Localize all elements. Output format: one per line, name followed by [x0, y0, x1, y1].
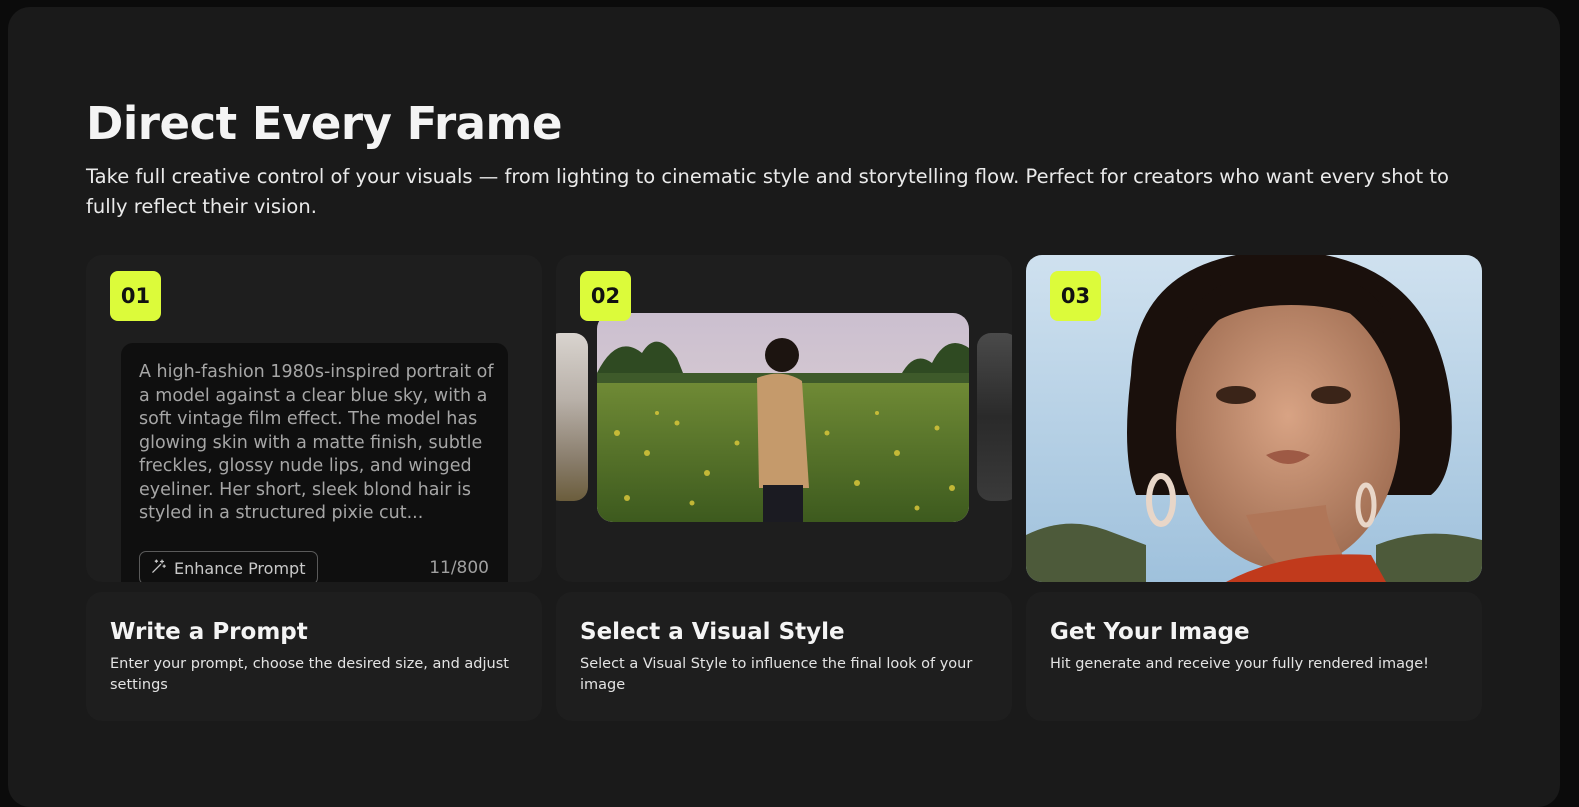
- prompt-box: A high-fashion 1980s-inspired portrait o…: [121, 343, 508, 582]
- step-number-badge: 03: [1050, 271, 1101, 321]
- style-option-next[interactable]: [977, 333, 1012, 501]
- step-description: Hit generate and receive your fully rend…: [1050, 656, 1429, 672]
- field-photo: [597, 313, 969, 522]
- step-description: Select a Visual Style to influence the f…: [580, 656, 973, 693]
- section-title: Direct Every Frame: [86, 97, 562, 150]
- step-2-preview: 02: [556, 255, 1012, 582]
- prompt-textarea[interactable]: A high-fashion 1980s-inspired portrait o…: [139, 361, 495, 526]
- step-number-badge: 01: [110, 271, 161, 321]
- enhance-prompt-label: Enhance Prompt: [174, 558, 306, 578]
- step-2-card: Select a Visual Style Select a Visual St…: [556, 592, 1012, 721]
- step-3-card: Get Your Image Hit generate and receive …: [1026, 592, 1482, 721]
- step-title: Write a Prompt: [110, 619, 308, 645]
- enhance-prompt-button[interactable]: Enhance Prompt: [139, 551, 319, 582]
- style-option-previous[interactable]: [556, 333, 588, 501]
- section-subtitle: Take full creative control of your visua…: [86, 165, 1449, 218]
- step-number-badge: 02: [580, 271, 631, 321]
- magic-wand-icon: [150, 558, 167, 579]
- step-3-preview: 03: [1026, 255, 1482, 582]
- style-option-selected[interactable]: [597, 313, 969, 522]
- step-1-card: Write a Prompt Enter your prompt, choose…: [86, 592, 542, 721]
- character-counter: 11/800: [429, 558, 489, 578]
- step-title: Select a Visual Style: [580, 619, 845, 645]
- step-title: Get Your Image: [1050, 619, 1250, 645]
- step-description: Enter your prompt, choose the desired si…: [110, 656, 509, 693]
- step-1-preview: 01 A high-fashion 1980s-inspired portrai…: [86, 255, 542, 582]
